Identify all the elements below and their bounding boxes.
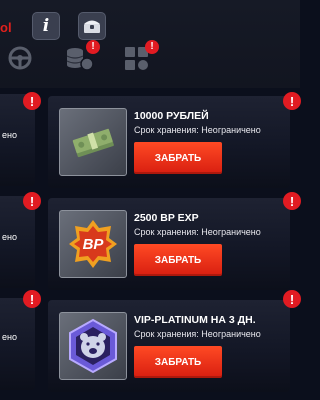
claim-button[interactable]: ЗАБРАТЬ: [134, 244, 222, 276]
reward-thumbnail: [59, 108, 127, 176]
info-icon: i: [42, 16, 50, 36]
reward-title: 10000 РУБЛЕЙ: [134, 110, 209, 122]
reward-card-bp-exp: BP 2500 BP EXP Срок хранения: Неограниче…: [48, 198, 290, 290]
reward-card-money: 10000 РУБЛЕЙ Срок хранения: Неограничено…: [48, 96, 290, 188]
card-notification-badge: !: [283, 290, 301, 308]
left-card-text: ено: [2, 130, 17, 140]
reward-thumbnail: BP: [59, 210, 127, 278]
chest-button[interactable]: [78, 12, 106, 40]
info-button[interactable]: i: [32, 12, 60, 40]
reward-storage-text: Срок хранения: Неограничено: [134, 125, 261, 135]
top-bar: ol i ! !: [0, 0, 300, 88]
left-card-text: ено: [2, 232, 17, 242]
categories-notification-badge: !: [145, 40, 159, 54]
card-notification-badge: !: [283, 92, 301, 110]
reward-title: VIP-PLATINUM НА 3 ДН.: [134, 314, 256, 326]
reward-card-vip: VIP-PLATINUM НА 3 ДН. Срок хранения: Нео…: [48, 300, 290, 392]
logo-fragment: ol: [0, 20, 12, 35]
bp-badge-icon: BP: [69, 220, 117, 268]
card-notification-badge: !: [283, 192, 301, 210]
bear-emblem-icon: [69, 318, 117, 374]
reward-title: 2500 BP EXP: [134, 212, 199, 224]
claim-button[interactable]: ЗАБРАТЬ: [134, 142, 222, 174]
reward-thumbnail: [59, 312, 127, 380]
card-notification-badge: !: [23, 92, 41, 110]
reward-storage-text: Срок хранения: Неограничено: [134, 227, 261, 237]
reward-storage-text: Срок хранения: Неограничено: [134, 329, 261, 339]
chest-icon: [84, 20, 100, 33]
reward-card-left-3[interactable]: ено: [0, 298, 35, 390]
claim-button[interactable]: ЗАБРАТЬ: [134, 346, 222, 378]
bp-badge-text: BP: [83, 236, 105, 253]
card-notification-badge: !: [23, 290, 41, 308]
money-bundle-icon: [72, 128, 114, 158]
card-notification-badge: !: [23, 192, 41, 210]
steering-wheel-icon[interactable]: [8, 46, 32, 70]
left-card-text: ено: [2, 332, 17, 342]
coins-notification-badge: !: [86, 40, 100, 54]
